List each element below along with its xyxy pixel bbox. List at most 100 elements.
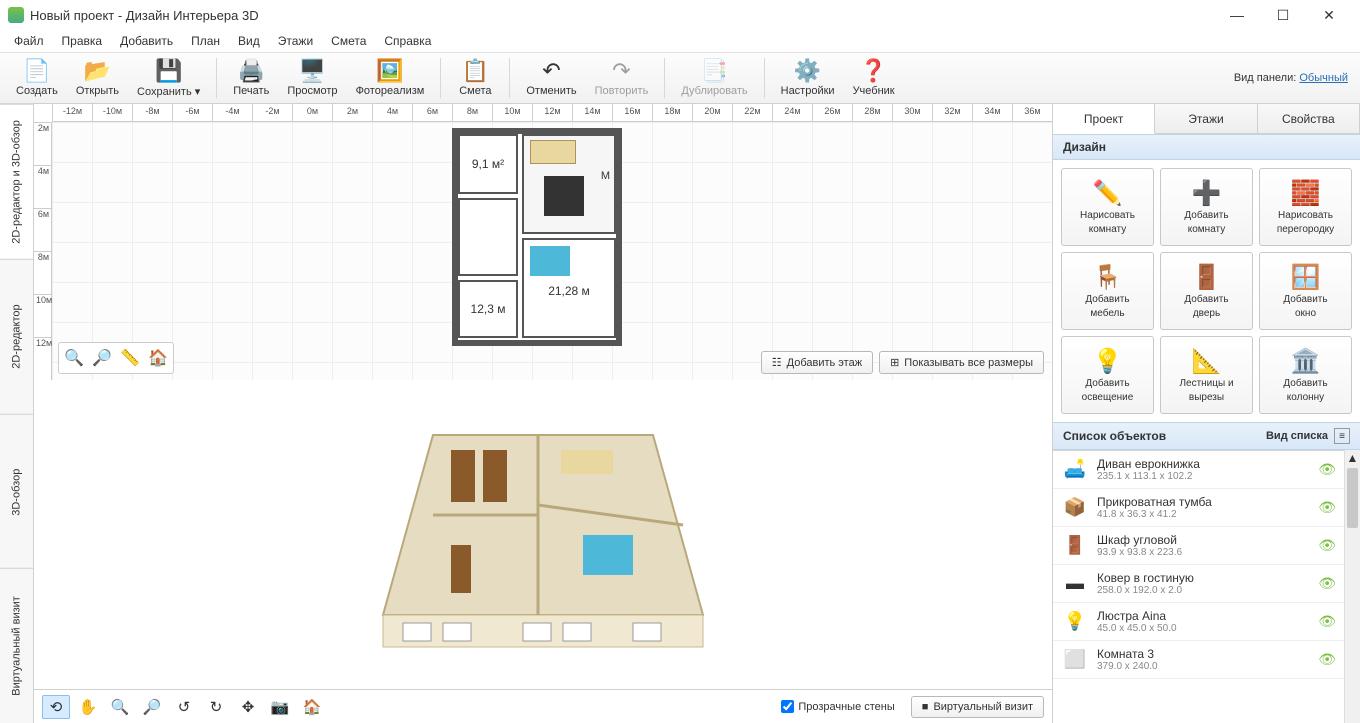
left-tab-0[interactable]: 2D-редактор и 3D-обзор [0,104,33,259]
right-panel: ПроектЭтажиСвойства Дизайн ✏️Нарисоватьк… [1052,104,1360,723]
layers-icon: ☷ [772,356,782,369]
rotate-right-icon[interactable]: ↻ [202,695,230,719]
left-tab-1[interactable]: 2D-редактор [0,259,33,414]
rp-tab-Свойства[interactable]: Свойства [1258,104,1360,133]
minimize-button[interactable]: — [1214,0,1260,30]
object-item[interactable]: ▬Ковер в гостиную258.0 x 192.0 x 2.0👁 [1053,565,1344,603]
toolbar-Настройки[interactable]: ⚙️Настройки [773,57,843,99]
Фотореализм-icon: 🖼️ [376,59,404,83]
object-icon: ⬜ [1061,649,1089,671]
object-icon: 💡 [1061,611,1089,633]
show-dimensions-button[interactable]: ⊞ Показывать все размеры [879,351,1044,374]
object-item[interactable]: 💡Люстра Aina45.0 x 45.0 x 50.0👁 [1053,603,1344,641]
toolbar-Создать[interactable]: 📄Создать [8,57,66,99]
design-перегородку[interactable]: 🧱Нарисоватьперегородку [1259,168,1352,246]
visibility-icon[interactable]: 👁 [1318,537,1336,554]
object-item[interactable]: 🚪Шкаф угловой93.9 x 93.8 x 223.6👁 [1053,527,1344,565]
design-section-header: Дизайн [1053,134,1360,160]
zoom-in-icon[interactable]: 🔎 [90,346,114,370]
visibility-icon[interactable]: 👁 [1318,613,1336,630]
Смета-icon: 📋 [461,59,489,83]
zoom-in-3d-icon[interactable]: 🔎 [138,695,166,719]
toolbar-Фотореализм[interactable]: 🖼️Фотореализм [348,57,433,99]
object-item[interactable]: ⬜Комната 3379.0 x 240.0👁 [1053,641,1344,679]
home-3d-icon[interactable]: 🏠 [298,695,326,719]
design-освещение[interactable]: 💡Добавитьосвещение [1061,336,1154,414]
design-колонну[interactable]: 🏛️Добавитьколонну [1259,336,1352,414]
design-окно[interactable]: 🪟Добавитьокно [1259,252,1352,330]
object-icon: ▬ [1061,573,1089,595]
design-комнату[interactable]: ➕Добавитькомнату [1160,168,1253,246]
maximize-button[interactable]: ☐ [1260,0,1306,30]
design-мебель[interactable]: 🪑Добавитьмебель [1061,252,1154,330]
object-item[interactable]: 🛋️Диван еврокнижка235.1 x 113.1 x 102.2👁 [1053,451,1344,489]
Дублировать-icon: 📑 [700,59,728,83]
dimensions-icon: ⊞ [890,356,899,369]
ruler-icon[interactable]: 📏 [118,346,142,370]
room-small[interactable] [458,198,518,276]
rp-tab-Этажи[interactable]: Этажи [1155,104,1257,133]
Открыть-icon: 📂 [83,59,111,83]
освещение-icon: 💡 [1093,347,1123,375]
virtual-visit-button[interactable]: ■ Виртуальный визит [911,696,1044,718]
menu-Вид[interactable]: Вид [230,32,268,50]
add-floor-button[interactable]: ☷ Добавить этаж [761,351,873,374]
toolbar-Отменить[interactable]: ↶Отменить [518,57,584,99]
view-3d[interactable] [34,380,1052,689]
menu-Смета[interactable]: Смета [323,32,374,50]
main-toolbar: 📄Создать📂Открыть💾Сохранить ▾ 🖨️Печать🖥️Пр… [0,52,1360,104]
room-a[interactable]: 9,1 м² [458,134,518,194]
visibility-icon[interactable]: 👁 [1318,461,1336,478]
design-grid: ✏️Нарисоватькомнату➕Добавитькомнату🧱Нари… [1053,160,1360,422]
transparent-walls-checkbox[interactable]: Прозрачные стены [781,700,894,713]
design-вырезы[interactable]: 📐Лестницы ивырезы [1160,336,1253,414]
toolbar-Печать[interactable]: 🖨️Печать [225,57,277,99]
panel-mode-link[interactable]: Обычный [1299,72,1348,84]
zoom-out-3d-icon[interactable]: 🔍 [106,695,134,719]
room-c[interactable]: 21,28 м [522,238,616,338]
menu-План[interactable]: План [183,32,228,50]
scrollbar[interactable]: ▲ [1344,450,1360,723]
left-tab-2[interactable]: 3D-обзор [0,414,33,569]
toolbar-Дублировать: 📑Дублировать [673,57,755,99]
move-icon[interactable]: ✥ [234,695,262,719]
design-комнату[interactable]: ✏️Нарисоватькомнату [1061,168,1154,246]
zoom-out-icon[interactable]: 🔍 [62,346,86,370]
Просмотр-icon: 🖥️ [298,59,326,83]
Повторить-icon: ↷ [607,59,635,83]
menu-Справка[interactable]: Справка [376,32,439,50]
room-b[interactable]: М [522,134,616,234]
rp-tab-Проект[interactable]: Проект [1053,104,1155,134]
camera-icon[interactable]: 📷 [266,695,294,719]
menu-Добавить[interactable]: Добавить [112,32,181,50]
дверь-icon: 🚪 [1192,263,1222,291]
menu-Этажи[interactable]: Этажи [270,32,321,50]
floorplan-2d[interactable]: 9,1 м² М 21,28 м 12,3 м [452,128,622,346]
toolbar-Учебник[interactable]: ❓Учебник [845,57,903,99]
toolbar-Смета[interactable]: 📋Смета [449,57,501,99]
rotate-360-icon[interactable]: ⟲ [42,695,70,719]
room-d[interactable]: 12,3 м [458,280,518,338]
pan-icon[interactable]: ✋ [74,695,102,719]
view-2d[interactable]: 9,1 м² М 21,28 м 12,3 м 🔍 🔎 [52,122,1052,380]
visibility-icon[interactable]: 👁 [1318,499,1336,516]
toolbar-Сохранить[interactable]: 💾Сохранить ▾ [129,57,208,100]
object-item[interactable]: 📦Прикроватная тумба41.8 x 36.3 x 41.2👁 [1053,489,1344,527]
Настройки-icon: ⚙️ [794,59,822,83]
перегородку-icon: 🧱 [1291,179,1321,207]
rotate-left-icon[interactable]: ↺ [170,695,198,719]
view2d-tools: 🔍 🔎 📏 🏠 [58,342,174,374]
list-view-icon[interactable]: ≡ [1334,428,1350,444]
design-дверь[interactable]: 🚪Добавитьдверь [1160,252,1253,330]
visibility-icon[interactable]: 👁 [1318,575,1336,592]
left-tab-3[interactable]: Виртуальный визит [0,568,33,723]
object-icon: 🚪 [1061,535,1089,557]
close-button[interactable]: ✕ [1306,0,1352,30]
home-icon[interactable]: 🏠 [146,346,170,370]
toolbar-Просмотр[interactable]: 🖥️Просмотр [279,57,345,99]
menu-Файл[interactable]: Файл [6,32,52,50]
visibility-icon[interactable]: 👁 [1318,651,1336,668]
Учебник-icon: ❓ [860,59,888,83]
menu-Правка[interactable]: Правка [54,32,111,50]
toolbar-Открыть[interactable]: 📂Открыть [68,57,127,99]
